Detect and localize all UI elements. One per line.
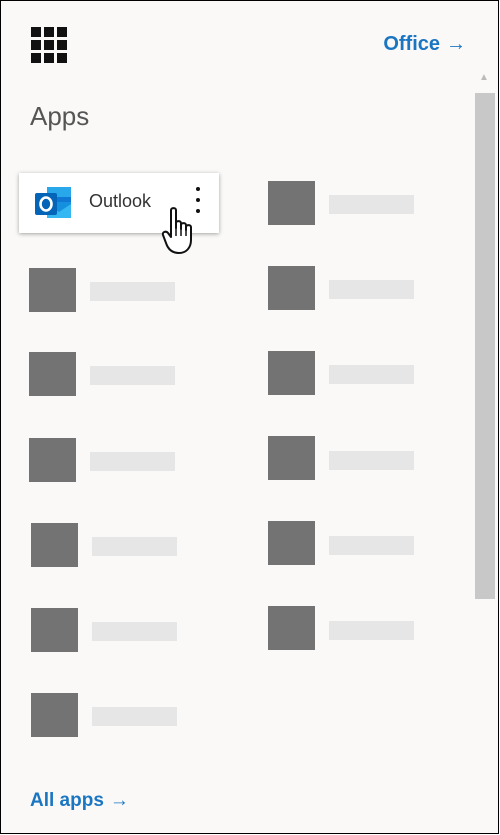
app-icon-placeholder [268, 521, 315, 565]
scrollbar-thumb[interactable] [475, 93, 495, 599]
app-label-placeholder [329, 365, 414, 384]
app-icon-placeholder [31, 693, 78, 737]
office-link[interactable]: Office → [383, 33, 466, 56]
app-icon-placeholder [268, 266, 315, 310]
app-icon-placeholder [29, 438, 76, 482]
app-label-placeholder [90, 366, 175, 385]
app-label-placeholder [92, 537, 177, 556]
outlook-app-label: Outlook [89, 191, 152, 211]
app-icon-placeholder [268, 606, 315, 650]
outlook-icon [35, 187, 71, 218]
app-label-placeholder [90, 452, 175, 471]
app-label-placeholder [329, 451, 414, 470]
app-icon-placeholder [268, 436, 315, 480]
app-label-placeholder [92, 707, 177, 726]
app-label-placeholder [329, 621, 414, 640]
app-launcher-panel: Office → Apps ▲ Outlook All apps → [0, 0, 499, 834]
arrow-right-icon: → [109, 790, 129, 811]
app-icon-placeholder [29, 352, 76, 396]
all-apps-link[interactable]: All apps → [30, 790, 129, 812]
app-label-placeholder [92, 622, 177, 641]
scroll-up-arrow-icon[interactable]: ▲ [478, 72, 490, 84]
office-link-label: Office [383, 33, 440, 55]
app-icon-placeholder [31, 523, 78, 567]
arrow-right-icon: → [446, 33, 466, 55]
app-icon-placeholder [268, 181, 315, 225]
app-label-placeholder [90, 282, 175, 301]
app-icon-placeholder [31, 608, 78, 652]
app-launcher-icon[interactable] [31, 27, 67, 63]
app-label-placeholder [329, 195, 414, 214]
app-icon-placeholder [29, 268, 76, 312]
app-label-placeholder [329, 536, 414, 555]
apps-section-title: Apps [30, 101, 90, 131]
all-apps-label: All apps [30, 790, 104, 811]
hand-pointer-cursor-icon [161, 207, 192, 254]
app-label-placeholder [329, 280, 414, 299]
app-icon-placeholder [268, 351, 315, 395]
